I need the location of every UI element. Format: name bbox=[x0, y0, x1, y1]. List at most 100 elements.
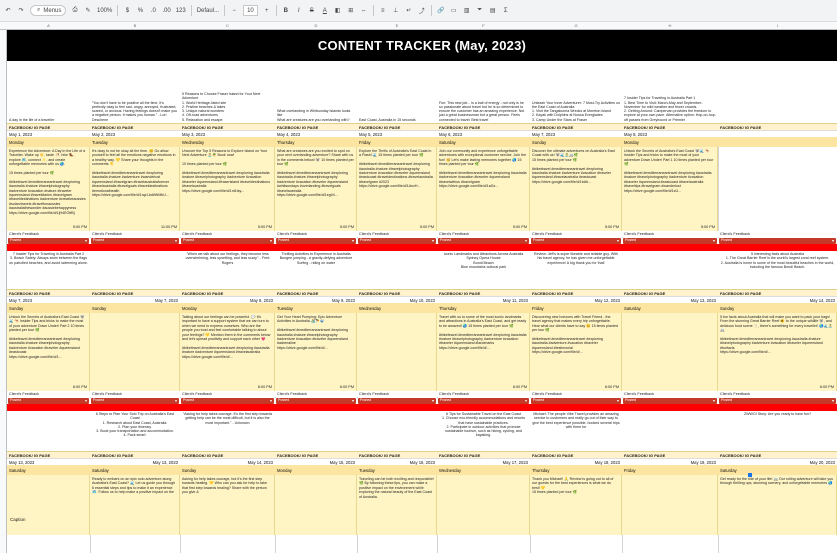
caption-cell[interactable] bbox=[622, 313, 718, 391]
topic-cell[interactable]: What overlanding in Whitsunday Islands l… bbox=[275, 61, 357, 123]
column-header-d[interactable]: D bbox=[275, 23, 357, 28]
column-header-f[interactable]: F bbox=[437, 23, 530, 28]
caption-cell[interactable]: Unlock the Secrets of Australia's East C… bbox=[7, 313, 90, 391]
italic-button[interactable]: I bbox=[295, 5, 303, 16]
topic-cell[interactable]: "You don't have to be positive all the t… bbox=[90, 61, 180, 123]
topic-cell[interactable]: ZWWO! Story: Are you ready to have fun? bbox=[718, 411, 837, 451]
posted-status-dropdown[interactable]: Posted bbox=[358, 398, 436, 404]
topic-cell[interactable] bbox=[622, 411, 718, 451]
post-time[interactable]: 6:00 PM bbox=[7, 385, 87, 389]
topic-cell[interactable]: East Coast, Australia in 15 seconds bbox=[357, 61, 437, 123]
client-feedback-label[interactable]: Client's Feedback bbox=[277, 392, 307, 396]
caption-cell[interactable] bbox=[90, 313, 180, 391]
day-cell[interactable]: Monday bbox=[9, 140, 24, 145]
posted-status-dropdown[interactable]: Posted bbox=[438, 398, 529, 404]
column-header-i[interactable]: I bbox=[718, 23, 837, 28]
day-cell[interactable]: Saturday bbox=[92, 468, 109, 473]
borders-icon[interactable]: ⊞ bbox=[347, 5, 355, 16]
topic-cell[interactable]: "When we talk about our feelings, they b… bbox=[180, 251, 275, 289]
caption-cell[interactable]: Thank you Michael! 🙏 Review is going out… bbox=[530, 475, 622, 535]
caption-cell[interactable]: What are creatures are you excited to sp… bbox=[275, 147, 357, 231]
day-cell[interactable]: Sunday bbox=[182, 468, 196, 473]
paint-format-icon[interactable]: ✎ bbox=[84, 5, 92, 16]
day-cell[interactable]: Sunday bbox=[92, 306, 106, 311]
post-time[interactable]: 6:00 PM bbox=[275, 385, 354, 389]
insert-comment-icon[interactable]: ▭ bbox=[450, 5, 458, 16]
text-wrap-icon[interactable]: ↵ bbox=[405, 5, 413, 16]
topic-cell[interactable]: 5 Reasons to Choose Fraser Island for Yo… bbox=[180, 61, 275, 123]
posted-status-dropdown[interactable]: Posted bbox=[8, 238, 89, 244]
caption-cell[interactable]: Travel with us to some of the most iconi… bbox=[437, 313, 530, 391]
caption-cell[interactable] bbox=[7, 475, 90, 535]
client-feedback-label[interactable]: Client's Feedback bbox=[439, 232, 469, 236]
caption-cell[interactable]: Join our community and experience unforg… bbox=[437, 147, 530, 231]
column-header-h[interactable]: H bbox=[622, 23, 718, 28]
posted-status-dropdown[interactable]: Posted bbox=[276, 238, 356, 244]
caption-cell[interactable]: Uncover the Top 5 Reasons to Explore Isl… bbox=[180, 147, 275, 231]
post-time[interactable]: 5:00 PM bbox=[530, 225, 619, 229]
topic-cell[interactable]: "Asking for help takes courage. It's the… bbox=[180, 411, 275, 451]
caption-cell[interactable]: It's okay to not be okay all the time. 😊… bbox=[90, 147, 180, 231]
day-cell[interactable]: Sunday bbox=[532, 140, 546, 145]
posted-status-dropdown[interactable]: Posted bbox=[91, 398, 179, 404]
topic-cell[interactable]: Iconic Landmarks and Attractions Across … bbox=[437, 251, 530, 289]
vertical-align-icon[interactable]: ⊥ bbox=[392, 5, 400, 16]
client-feedback-label[interactable]: Client's Feedback bbox=[182, 232, 212, 236]
day-cell[interactable]: Tuesday bbox=[277, 306, 293, 311]
font-size-decrease-button[interactable]: − bbox=[230, 5, 238, 16]
column-header-a[interactable]: A bbox=[7, 23, 90, 28]
post-time[interactable]: 5:00 PM bbox=[437, 225, 527, 229]
caption-cell[interactable]: Experience the Adventure: A Day in the L… bbox=[7, 147, 90, 231]
day-cell[interactable]: Saturday bbox=[720, 468, 737, 473]
insert-chart-icon[interactable]: ▥ bbox=[463, 5, 471, 16]
post-time[interactable]: 6:00 PM bbox=[437, 385, 527, 389]
topic-cell[interactable] bbox=[357, 251, 437, 289]
day-cell[interactable]: Sunday bbox=[720, 306, 734, 311]
posted-status-dropdown[interactable]: Posted bbox=[531, 238, 621, 244]
day-cell[interactable]: Friday bbox=[532, 306, 544, 311]
day-cell[interactable]: Tuesday bbox=[359, 468, 375, 473]
client-feedback-label[interactable]: Client's Feedback bbox=[92, 232, 122, 236]
caption-cell[interactable]: Explore the Thrills of Australia's East … bbox=[357, 147, 437, 231]
caption-cell[interactable]: Asking for help takes courage, but it's … bbox=[180, 475, 275, 535]
posted-status-dropdown[interactable]: Posted bbox=[181, 238, 274, 244]
day-cell[interactable]: Wednesday bbox=[439, 468, 461, 473]
functions-button[interactable]: Σ bbox=[502, 5, 510, 16]
posted-status-dropdown[interactable]: Posted bbox=[623, 238, 717, 244]
topic-cell[interactable] bbox=[90, 251, 180, 289]
redo-icon[interactable]: ↷ bbox=[17, 5, 25, 16]
posted-status-dropdown[interactable]: Posted bbox=[276, 398, 356, 404]
zoom-select[interactable]: 100% bbox=[97, 5, 112, 16]
topic-cell[interactable] bbox=[357, 411, 437, 451]
client-feedback-label[interactable]: Client's Feedback bbox=[359, 232, 389, 236]
client-feedback-label[interactable]: Client's Feedback bbox=[359, 392, 389, 396]
column-header-e[interactable]: E bbox=[357, 23, 437, 28]
day-cell[interactable]: Thursday bbox=[277, 140, 294, 145]
posted-status-dropdown[interactable]: Posted bbox=[719, 238, 836, 244]
day-cell[interactable]: Wednesday bbox=[359, 306, 381, 311]
day-cell[interactable]: Saturday bbox=[439, 140, 456, 145]
post-time[interactable]: 6:00 PM bbox=[718, 385, 834, 389]
client-feedback-label[interactable]: Client's Feedback bbox=[439, 392, 469, 396]
day-cell[interactable]: Tuesday bbox=[92, 140, 108, 145]
topic-cell[interactable]: 7 Insider Tips for Traveling in Australi… bbox=[622, 61, 718, 123]
bold-button[interactable]: B bbox=[282, 5, 290, 16]
day-cell[interactable]: Thursday bbox=[439, 306, 456, 311]
client-feedback-label[interactable]: Client's Feedback bbox=[720, 232, 750, 236]
topic-cell[interactable]: 6 Steps to Plan Your Solo Trip on Austra… bbox=[90, 411, 180, 451]
font-size-increase-button[interactable]: + bbox=[263, 5, 271, 16]
caption-cell[interactable]: Discover the ultimate adventures on Aust… bbox=[530, 147, 622, 231]
topic-cell[interactable]: Unleash Your Inner Adventurer: 7 Must-Tr… bbox=[530, 61, 622, 123]
sheet-grid[interactable]: ABCDEFGHIJ CONTENT TRACKER (May, 2023) A… bbox=[0, 22, 837, 553]
topic-cell[interactable]: Michael: The people Vibe Travel provides… bbox=[530, 411, 622, 451]
topic-cell[interactable]: 5 interesting facts about Australia 1. T… bbox=[718, 251, 837, 289]
day-cell[interactable]: Wednesday bbox=[182, 140, 204, 145]
caption-cell[interactable]: Traveling can be both exciting and respo… bbox=[357, 475, 437, 535]
client-feedback-label[interactable]: Client's Feedback bbox=[624, 392, 654, 396]
caption-cell[interactable] bbox=[437, 475, 530, 535]
client-feedback-label[interactable]: Client's Feedback bbox=[624, 232, 654, 236]
day-cell[interactable]: Friday bbox=[624, 468, 636, 473]
day-cell[interactable]: Monday bbox=[624, 140, 639, 145]
posted-status-dropdown[interactable]: Posted bbox=[91, 238, 179, 244]
posted-status-dropdown[interactable]: Posted bbox=[623, 398, 717, 404]
